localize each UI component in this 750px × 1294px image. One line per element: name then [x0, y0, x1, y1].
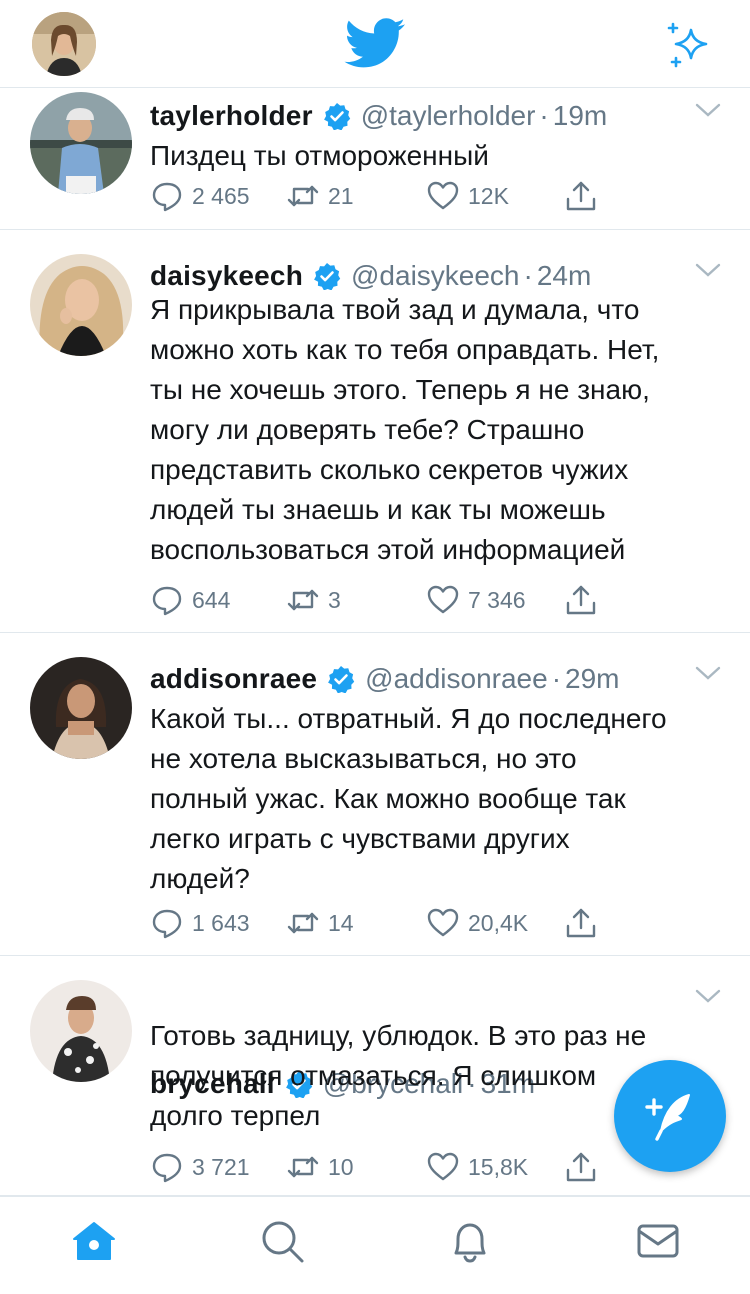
like-button[interactable]: 20,4K	[426, 903, 528, 943]
like-count: 7 346	[468, 586, 526, 613]
compose-tweet-icon	[645, 1094, 690, 1141]
heart-icon	[427, 908, 459, 937]
reply-count: 644	[192, 586, 231, 613]
share-button[interactable]	[564, 580, 598, 620]
separator-dot: ·	[539, 100, 549, 131]
retweet-button[interactable]: 21	[286, 176, 354, 216]
retweet-button[interactable]: 14	[286, 903, 354, 943]
tweet[interactable]: daisykeech @daisykeech · 24m Я прикрывал…	[0, 230, 750, 633]
verified-badge-icon	[285, 1071, 312, 1098]
retweet-icon	[287, 912, 319, 934]
share-button[interactable]	[564, 903, 598, 943]
reply-icon	[152, 909, 182, 939]
heart-icon	[427, 585, 459, 614]
retweet-count: 3	[328, 586, 341, 613]
verified-badge-icon	[314, 263, 341, 290]
separator-dot: ·	[523, 260, 533, 291]
author-handle[interactable]: @daisykeech	[351, 260, 520, 292]
tweet-actions: 1 643 14 20,4K	[150, 903, 610, 943]
tab-notifications[interactable]	[446, 1217, 494, 1265]
author-handle[interactable]: @taylerholder	[361, 100, 536, 132]
verified-badge-icon	[323, 103, 350, 130]
like-count: 20,4K	[468, 909, 529, 936]
reply-icon	[152, 182, 182, 212]
avatar[interactable]	[30, 980, 132, 1082]
reply-icon	[152, 586, 182, 616]
reply-count: 2 465	[192, 182, 250, 209]
notifications-bell-icon	[454, 1223, 486, 1263]
chevron-down-icon[interactable]	[694, 663, 722, 683]
tab-messages[interactable]	[634, 1217, 682, 1265]
tweet-time: 19m	[552, 100, 608, 131]
tweet-time: 24m	[536, 260, 592, 291]
author-handle[interactable]: @addisonraee	[365, 663, 548, 695]
sparkle-icon[interactable]	[664, 20, 714, 70]
separator-dot: ·	[467, 1068, 477, 1099]
retweet-count: 14	[328, 909, 354, 936]
retweet-icon	[287, 185, 319, 207]
messages-envelope-icon	[637, 1224, 679, 1258]
reply-button[interactable]: 644	[150, 580, 230, 620]
avatar[interactable]	[30, 92, 132, 194]
twitter-bird-icon	[344, 18, 406, 70]
author-handle[interactable]: @brycehall	[323, 1068, 463, 1100]
search-icon	[262, 1221, 304, 1263]
tab-search[interactable]	[258, 1217, 306, 1265]
like-button[interactable]: 7 346	[426, 580, 526, 620]
chevron-down-icon[interactable]	[694, 100, 722, 120]
verified-badge-icon	[328, 666, 355, 693]
tweet-text: Я прикрывала твой зад и думала, что можн…	[150, 294, 660, 565]
chevron-down-icon[interactable]	[694, 260, 722, 280]
author-name[interactable]: addisonraee	[150, 663, 317, 695]
avatar[interactable]	[30, 254, 132, 356]
author-name[interactable]: daisykeech	[150, 260, 303, 292]
avatar[interactable]	[30, 657, 132, 759]
retweet-icon	[287, 589, 319, 611]
reply-button[interactable]: 2 465	[150, 176, 250, 216]
tweet-actions: 644 3 7 346	[150, 580, 610, 620]
reply-count: 1 643	[192, 909, 250, 936]
tweet-actions: 2 465 21 12K	[150, 176, 610, 216]
heart-icon	[427, 181, 459, 210]
compose-tweet-button[interactable]	[614, 1060, 726, 1172]
share-icon	[566, 181, 596, 211]
tweet-text: Пиздец ты отмороженный	[150, 140, 489, 171]
tweet[interactable]: addisonraee @addisonraee · 29m Какой ты.…	[0, 633, 750, 956]
separator-dot: ·	[551, 663, 562, 694]
author-name[interactable]: taylerholder	[150, 100, 313, 132]
share-button[interactable]	[564, 176, 598, 216]
profile-avatar[interactable]	[32, 12, 96, 76]
share-icon	[566, 908, 596, 938]
author-name[interactable]: brycehall	[150, 1068, 275, 1100]
retweet-button[interactable]: 3	[286, 580, 341, 620]
tab-home[interactable]	[70, 1217, 118, 1265]
top-bar	[0, 0, 750, 88]
tweet-text: Какой ты... отвратный. Я до последнего н…	[150, 703, 667, 894]
like-count: 12K	[468, 182, 509, 209]
like-button[interactable]: 12K	[426, 176, 509, 216]
timeline-feed[interactable]: taylerholder @taylerholder · 19m Пиздец …	[0, 88, 750, 1196]
share-icon	[566, 585, 596, 615]
reply-button[interactable]: 1 643	[150, 903, 250, 943]
tweet-time: 29m	[565, 663, 620, 694]
retweet-count: 21	[328, 182, 354, 209]
home-icon	[73, 1222, 115, 1260]
bottom-tab-bar	[0, 1196, 750, 1294]
tweet[interactable]: taylerholder @taylerholder · 19m Пиздец …	[0, 88, 750, 230]
tweet-time: 31m	[480, 1068, 536, 1099]
